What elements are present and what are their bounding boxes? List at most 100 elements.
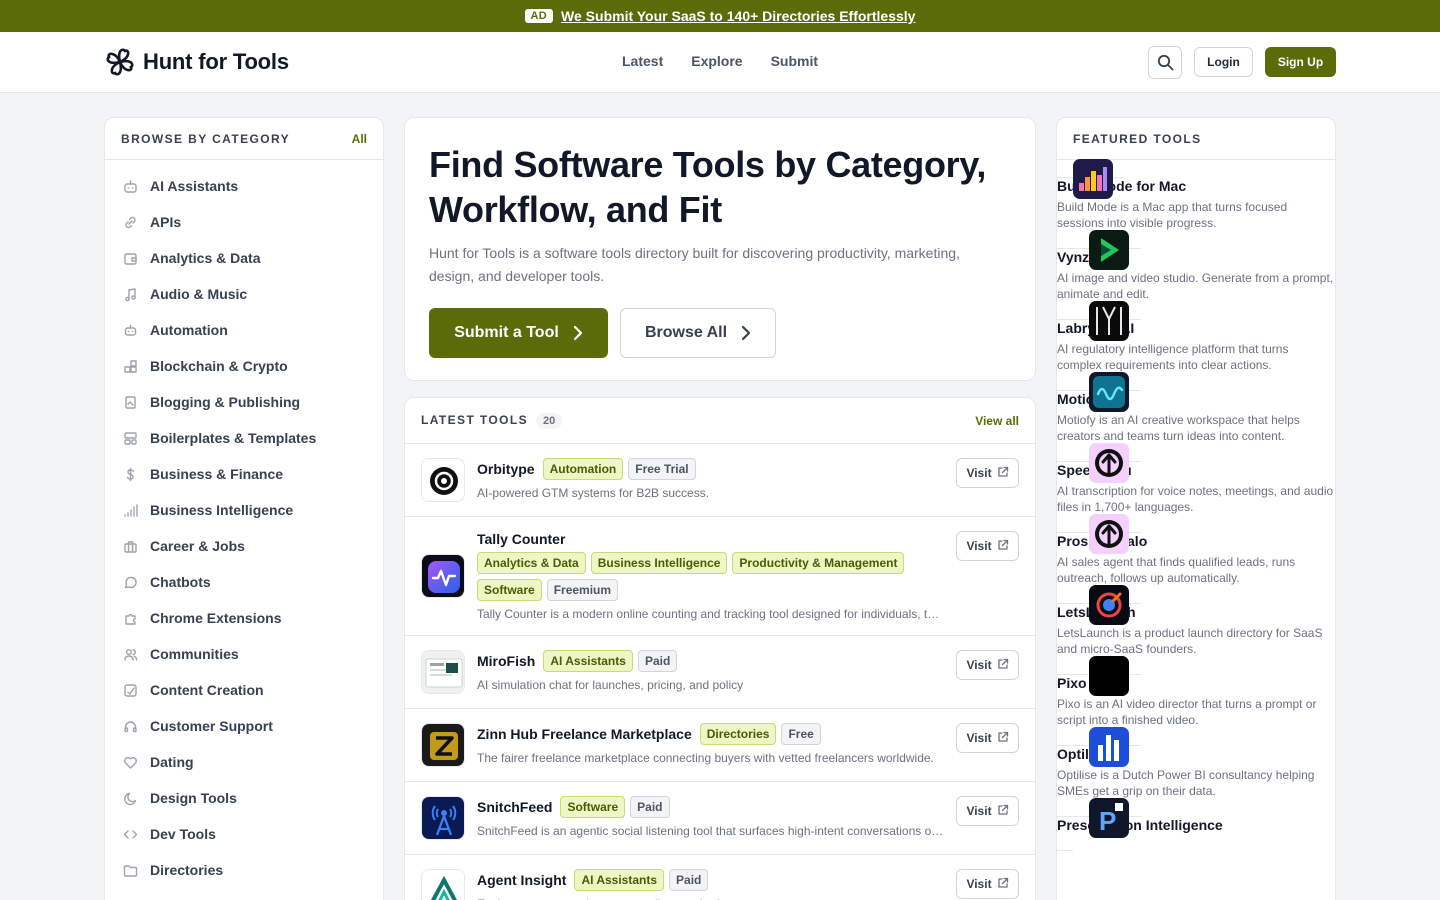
external-link-icon: [997, 804, 1009, 819]
site-logo[interactable]: Hunt for Tools: [103, 45, 289, 79]
category-item[interactable]: Business Intelligence: [105, 492, 383, 528]
headset-icon: [123, 719, 138, 734]
category-item[interactable]: Chatbots: [105, 564, 383, 600]
category-label: Blogging & Publishing: [150, 394, 301, 410]
folder-icon: [123, 863, 138, 878]
pricing-tag: Paid: [637, 650, 678, 672]
category-tag[interactable]: Automation: [542, 458, 624, 480]
letslaunch-logo-icon: [1089, 585, 1129, 625]
nav-explore[interactable]: Explore: [691, 53, 742, 69]
tool-description: AI simulation chat for launches, pricing…: [477, 678, 744, 692]
orbitype-logo-icon[interactable]: [421, 458, 465, 502]
category-item[interactable]: Automation: [105, 312, 383, 348]
hero-actions: Submit a Tool Browse All: [429, 308, 1011, 358]
visit-button[interactable]: Visit: [956, 796, 1019, 826]
visit-button[interactable]: Visit: [956, 458, 1019, 488]
category-item[interactable]: Boilerplates & Templates: [105, 420, 383, 456]
category-tag[interactable]: AI Assistants: [574, 869, 665, 891]
category-item[interactable]: Design Tools: [105, 780, 383, 816]
tool-name[interactable]: Zinn Hub Freelance Marketplace: [477, 726, 692, 742]
ad-link[interactable]: We Submit Your SaaS to 140+ Directories …: [561, 8, 915, 24]
visit-label: Visit: [966, 539, 992, 553]
external-link-icon: [997, 731, 1009, 746]
category-item[interactable]: Analytics & Data: [105, 240, 383, 276]
category-item[interactable]: Blogging & Publishing: [105, 384, 383, 420]
category-tag[interactable]: Productivity & Management: [732, 552, 905, 574]
tally-counter-logo-icon[interactable]: [421, 554, 465, 598]
nav-submit[interactable]: Submit: [771, 53, 818, 69]
external-link-icon: [997, 539, 1009, 554]
tool-title-line: Tally Counter Analytics & Data Business In…: [477, 531, 917, 601]
visit-button[interactable]: Visit: [956, 650, 1019, 680]
search-button[interactable]: [1148, 46, 1182, 79]
snitchfeed-logo-icon[interactable]: [421, 796, 465, 840]
login-button[interactable]: Login: [1194, 47, 1253, 77]
pricing-tag: Paid: [630, 796, 670, 818]
tool-count-badge: 20: [536, 412, 563, 429]
nav-latest[interactable]: Latest: [622, 53, 663, 69]
layout-icon: [123, 431, 138, 446]
zinn-hub-logo-icon[interactable]: [421, 723, 465, 767]
category-item[interactable]: Directories: [105, 852, 383, 888]
robot-icon: [123, 179, 138, 194]
category-tag[interactable]: Analytics & Data: [477, 552, 586, 574]
category-item[interactable]: Content Creation: [105, 672, 383, 708]
speechyou-logo-icon: [1089, 443, 1129, 483]
tool-row: Agent InsightAI AssistantsPaidEvaluate a…: [405, 855, 1035, 900]
category-tag[interactable]: Software: [560, 796, 626, 818]
tool-title-line: Agent Insight AI Assistants Paid: [477, 869, 1019, 891]
tool-description: AI-powered GTM systems for B2B success.: [477, 486, 710, 500]
category-item[interactable]: AI Assistants: [105, 168, 383, 204]
music-icon: [123, 287, 138, 302]
tool-row: SnitchFeed Software Paid SnitchFeed is an a…: [405, 782, 1035, 855]
view-all-link[interactable]: View all: [975, 414, 1019, 428]
category-item[interactable]: Communities: [105, 636, 383, 672]
category-tag[interactable]: Business Intelligence: [590, 552, 728, 574]
category-label: Business Intelligence: [150, 502, 294, 518]
category-item[interactable]: Dev Tools: [105, 816, 383, 852]
tool-name[interactable]: Agent Insight: [477, 872, 566, 888]
tool-row: Tally Counter Analytics & Data Business In…: [405, 517, 1035, 636]
category-tag[interactable]: Software: [477, 579, 542, 601]
category-tag[interactable]: Directories: [699, 723, 777, 745]
tool-name[interactable]: MiroFish: [477, 653, 535, 669]
category-sidebar: Browse by Category All AI Assistants APIs…: [104, 117, 384, 900]
category-label: Analytics & Data: [150, 250, 261, 266]
category-label: Automation: [150, 322, 228, 338]
category-label: Directories: [150, 862, 224, 878]
link-icon: [123, 215, 138, 230]
dollar-icon: [123, 467, 138, 482]
category-all-link[interactable]: All: [352, 132, 367, 146]
vynzo-logo-icon: [1089, 230, 1129, 270]
mirofish-logo-icon[interactable]: [421, 650, 465, 694]
category-item[interactable]: Blockchain & Crypto: [105, 348, 383, 384]
category-label: Communities: [150, 646, 239, 662]
category-item[interactable]: Customer Support: [105, 708, 383, 744]
category-header: Browse by Category All: [105, 118, 383, 160]
tool-name[interactable]: Orbitype: [477, 461, 535, 477]
category-item[interactable]: Chrome Extensions: [105, 600, 383, 636]
category-label: Career & Jobs: [150, 538, 245, 554]
submit-tool-button[interactable]: Submit a Tool: [429, 308, 608, 358]
visit-button[interactable]: Visit: [956, 869, 1019, 899]
tool-name[interactable]: Tally Counter: [477, 531, 914, 547]
agent-insight-logo-icon[interactable]: [421, 869, 465, 900]
signup-button[interactable]: Sign Up: [1265, 47, 1336, 77]
category-item[interactable]: Career & Jobs: [105, 528, 383, 564]
visit-button[interactable]: Visit: [956, 723, 1019, 753]
chevron-right-icon: [573, 325, 582, 341]
site-header: Hunt for Tools Latest Explore Submit Log…: [0, 32, 1440, 93]
visit-button[interactable]: Visit: [956, 531, 1019, 561]
category-label: Design Tools: [150, 790, 237, 806]
category-item[interactable]: Dating: [105, 744, 383, 780]
category-item[interactable]: Audio & Music: [105, 276, 383, 312]
category-item[interactable]: APIs: [105, 204, 383, 240]
category-label: Audio & Music: [150, 286, 248, 302]
tool-title-line: SnitchFeed Software Paid: [477, 796, 1019, 818]
category-tag[interactable]: AI Assistants: [543, 650, 633, 672]
tool-name[interactable]: SnitchFeed: [477, 799, 552, 815]
clover-logo-icon: [106, 48, 134, 76]
category-item[interactable]: Business & Finance: [105, 456, 383, 492]
browse-all-button[interactable]: Browse All: [620, 308, 776, 358]
chevron-right-icon: [741, 325, 751, 341]
